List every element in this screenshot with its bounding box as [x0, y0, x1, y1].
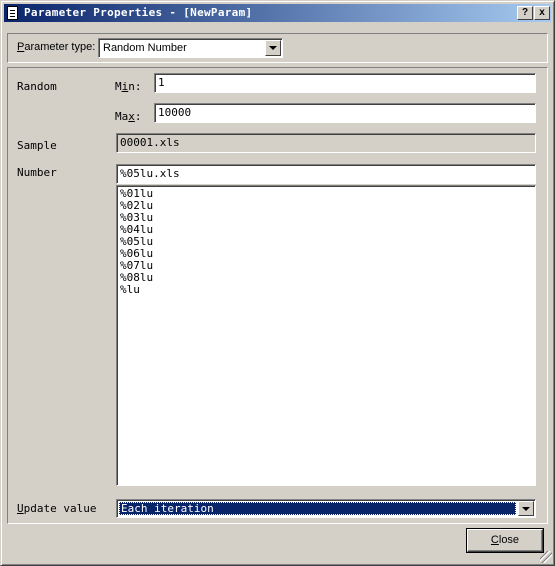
help-button[interactable]: ?	[517, 6, 533, 20]
list-item[interactable]: %08lu	[120, 272, 532, 284]
list-item[interactable]: %03lu	[120, 212, 532, 224]
chevron-down-icon[interactable]	[265, 40, 281, 56]
parameter-settings-pane: Random Min: 1 Max: 10000 Sample 00001.xl…	[7, 67, 548, 524]
close-icon[interactable]: x	[534, 6, 550, 20]
min-field[interactable]: 1	[154, 73, 536, 93]
parameter-type-label: Parameter type:	[17, 41, 96, 53]
update-value-label: Update value	[17, 502, 97, 515]
min-label: Min:	[115, 80, 142, 93]
max-field[interactable]: 10000	[154, 103, 536, 123]
list-item[interactable]: %04lu	[120, 224, 532, 236]
list-item[interactable]: %lu	[120, 284, 532, 296]
max-label: Max:	[115, 110, 142, 123]
list-item[interactable]: %02lu	[120, 200, 532, 212]
random-label: Random	[17, 80, 57, 93]
number-label: Number	[17, 166, 57, 179]
parameter-type-select[interactable]: Random Number	[98, 38, 283, 58]
chevron-down-icon[interactable]	[518, 501, 534, 516]
title-bar[interactable]: Parameter Properties - [NewParam] ? x	[4, 4, 551, 22]
close-button[interactable]: Close	[466, 528, 544, 553]
parameter-type-pane: Parameter type: Random Number	[7, 33, 548, 63]
number-format-list[interactable]: %01lu %02lu %03lu %04lu %05lu %06lu %07l…	[116, 185, 536, 486]
update-value-selected: Each iteration	[119, 502, 516, 515]
sample-label: Sample	[17, 139, 57, 152]
list-item[interactable]: %01lu	[120, 188, 532, 200]
parameter-type-value: Random Number	[103, 42, 187, 54]
window-title: Parameter Properties - [NewParam]	[24, 6, 253, 19]
list-item[interactable]: %07lu	[120, 260, 532, 272]
list-item[interactable]: %05lu	[120, 236, 532, 248]
update-value-select[interactable]: Each iteration	[116, 499, 536, 518]
number-format-input[interactable]: %05lu.xls	[116, 164, 536, 184]
sample-field: 00001.xls	[116, 133, 536, 153]
list-item[interactable]: %06lu	[120, 248, 532, 260]
resize-grip-icon[interactable]	[540, 551, 552, 563]
document-icon	[7, 6, 18, 20]
parameter-properties-dialog: Parameter Properties - [NewParam] ? x Pa…	[0, 0, 555, 566]
